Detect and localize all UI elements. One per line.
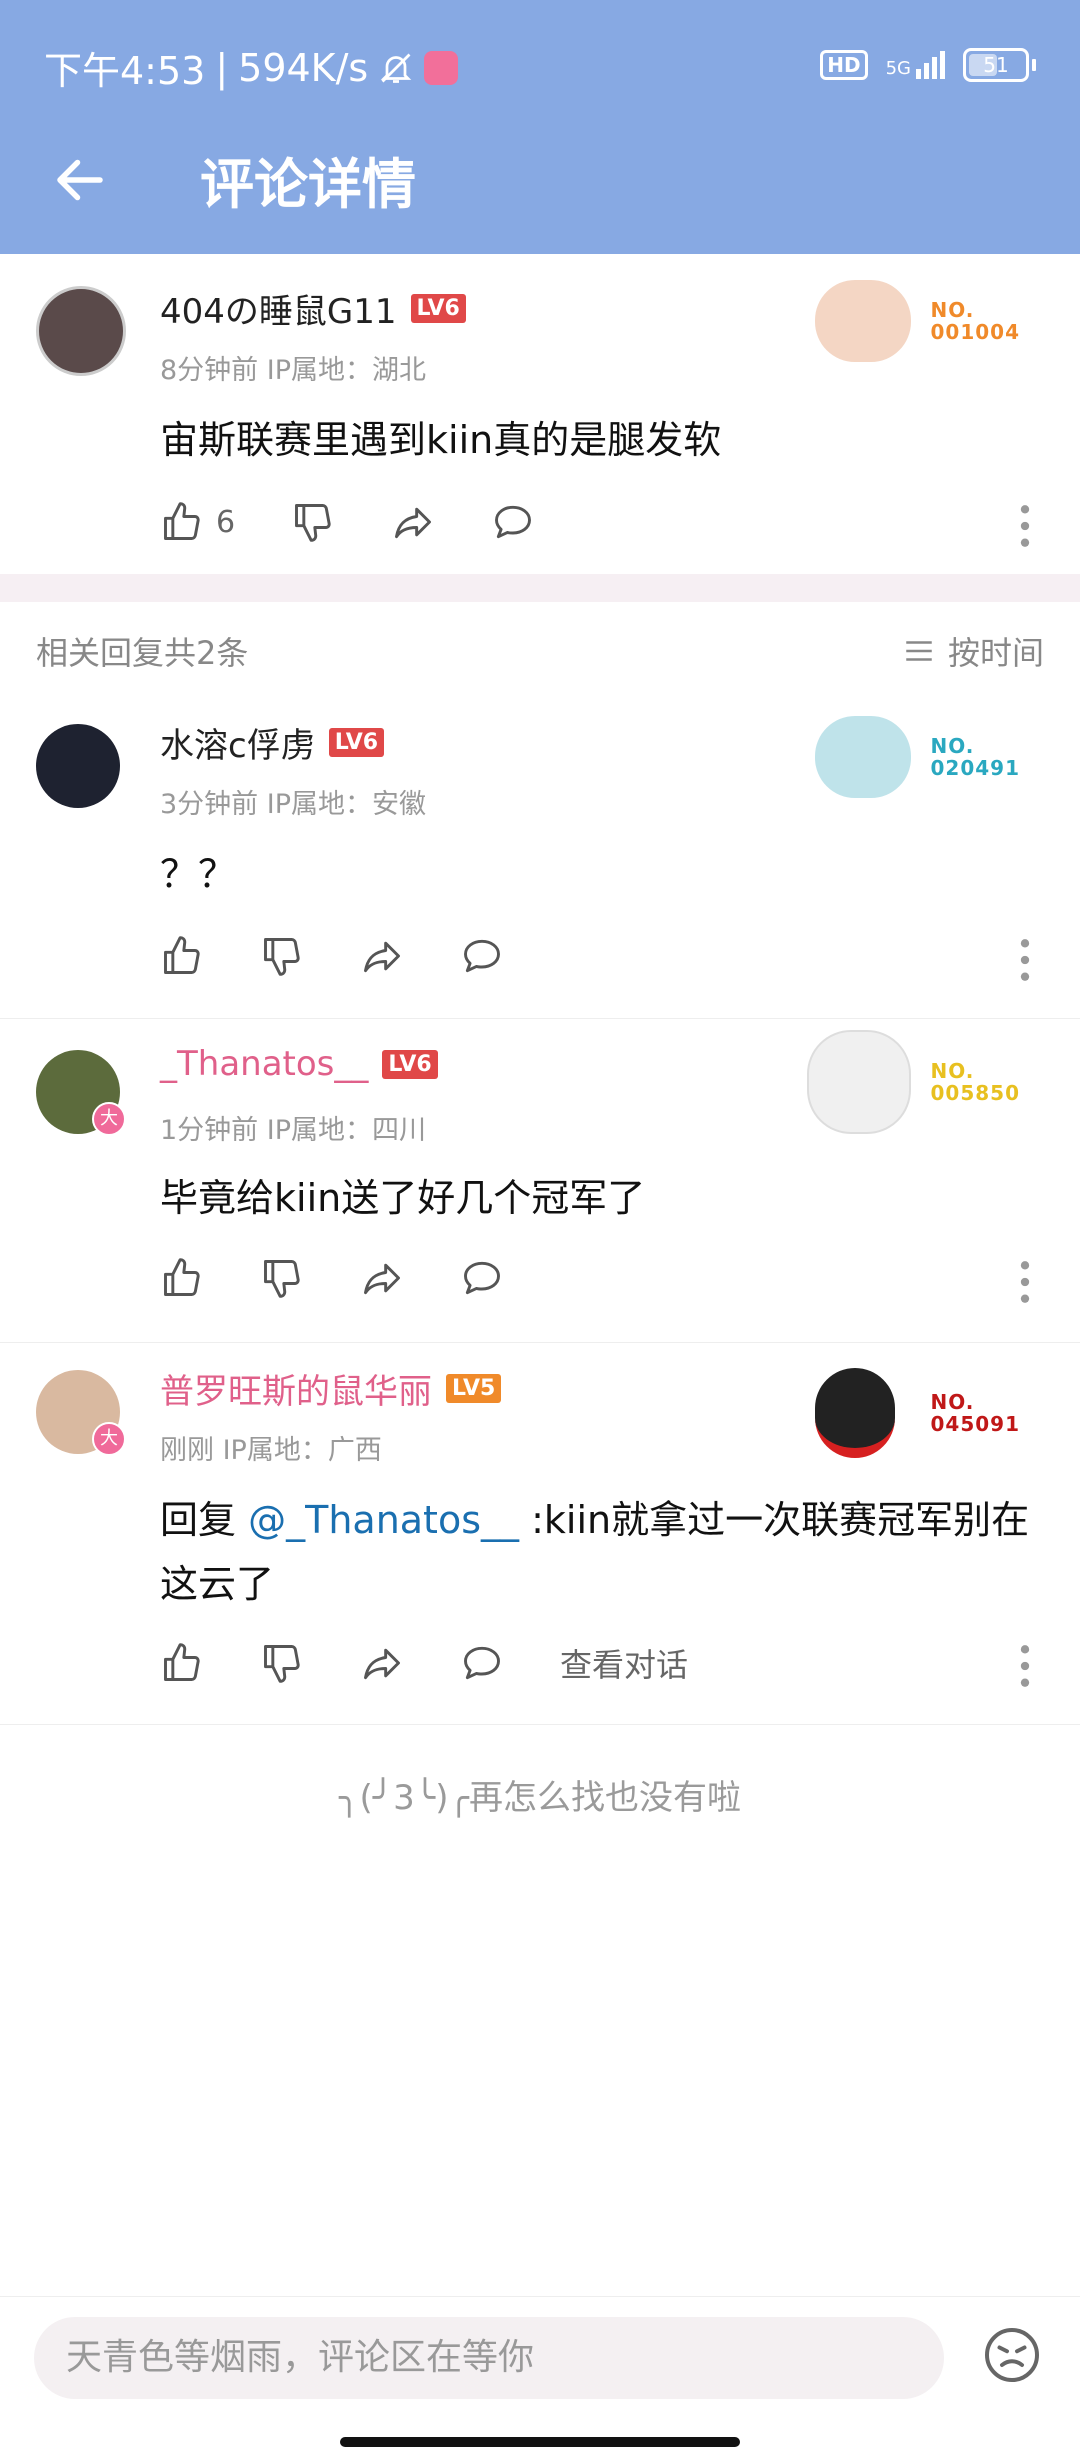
header-bar: 下午4:53 | 594K/s HD 5G 51 评论详情 bbox=[0, 0, 1080, 254]
comment-input[interactable]: 天青色等烟雨，评论区在等你 bbox=[34, 2317, 944, 2399]
fan-badge-image bbox=[814, 716, 911, 798]
thumbs-up-icon[interactable] bbox=[160, 1641, 204, 1685]
reply-bubble-icon[interactable] bbox=[460, 1256, 504, 1300]
level-badge: LV5 bbox=[446, 1374, 502, 1403]
reply-bubble-icon[interactable] bbox=[460, 934, 504, 978]
fan-badge: NO. 005850 bbox=[806, 1030, 1021, 1134]
level-badge: LV6 bbox=[328, 728, 385, 757]
more-options-icon[interactable] bbox=[1020, 938, 1030, 982]
reply-bubble-icon[interactable] bbox=[460, 1641, 504, 1685]
mention-link[interactable]: @_Thanatos__ bbox=[248, 1498, 519, 1542]
like-button[interactable]: 6 bbox=[160, 500, 235, 544]
fan-badge-image bbox=[806, 1030, 911, 1134]
fan-badge-image bbox=[814, 280, 911, 362]
fan-badge-image bbox=[814, 1368, 895, 1458]
comment-text: 宙斯联赛里遇到kiin真的是腿发软 bbox=[160, 418, 722, 462]
username[interactable]: _Thanatos__ bbox=[160, 1044, 368, 1084]
bell-muted-icon bbox=[380, 53, 412, 83]
thumbs-down-icon[interactable] bbox=[260, 1641, 304, 1685]
like-count: 6 bbox=[216, 504, 236, 540]
avatar[interactable] bbox=[36, 286, 126, 376]
sort-button[interactable]: 按时间 bbox=[902, 628, 1044, 674]
level-badge: LV6 bbox=[382, 1049, 438, 1079]
sort-label: 按时间 bbox=[947, 634, 1044, 672]
divider bbox=[0, 1724, 1080, 1725]
reply-bubble-icon[interactable] bbox=[491, 500, 535, 544]
level-badge: LV6 bbox=[410, 294, 466, 323]
avatar[interactable] bbox=[36, 724, 120, 808]
share-icon[interactable] bbox=[360, 1641, 404, 1685]
end-of-list-message: ╮(╯3╰)╭再怎么找也没有啦 bbox=[338, 1778, 742, 1818]
fan-badge: NO. 045091 bbox=[814, 1368, 1021, 1458]
comment-text: 毕竟给kiin送了好几个冠军了 bbox=[160, 1176, 646, 1220]
divider bbox=[0, 1342, 1080, 1343]
username[interactable]: 水溶c俘虏 bbox=[160, 718, 315, 767]
more-options-icon[interactable] bbox=[1020, 1260, 1030, 1304]
share-icon[interactable] bbox=[360, 1256, 404, 1300]
comment-text: 回复 @_Thanatos__ :kiin就拿过一次联赛冠军别在这云了 bbox=[160, 1488, 1030, 1616]
status-speed: 594K/s bbox=[238, 45, 369, 90]
username[interactable]: 404の睡鼠G11 bbox=[160, 284, 397, 333]
status-time: 下午4:53 bbox=[44, 49, 206, 93]
share-icon[interactable] bbox=[391, 500, 435, 544]
back-arrow-icon[interactable] bbox=[50, 150, 110, 210]
comment-meta: 刚刚 IP属地：广西 bbox=[160, 1435, 382, 1466]
main-comment: 404の睡鼠G11 LV6 8分钟前 IP属地：湖北 NO. 001004 宙斯… bbox=[0, 254, 1080, 574]
page-title: 评论详情 bbox=[200, 153, 416, 216]
thumbs-up-icon[interactable] bbox=[160, 934, 204, 978]
reply-prefix: 回复 bbox=[160, 1498, 237, 1542]
replies-count-label: 相关回复共2条 bbox=[36, 634, 249, 672]
thumbs-down-icon[interactable] bbox=[291, 500, 335, 544]
battery-level: 51 bbox=[983, 53, 1009, 77]
more-options-icon[interactable] bbox=[1020, 1644, 1030, 1688]
view-dialog-button[interactable]: 查看对话 bbox=[560, 1640, 688, 1686]
comment-meta: 3分钟前 IP属地：安徽 bbox=[160, 789, 427, 820]
thumbs-down-icon[interactable] bbox=[260, 1256, 304, 1300]
reply-item: 水溶c俘虏 LV6 3分钟前 IP属地：安徽 NO. 020491 ？？ bbox=[0, 690, 1080, 1020]
vip-badge: 大 bbox=[92, 1102, 126, 1136]
fan-badge: NO. 020491 bbox=[814, 716, 1021, 798]
username[interactable]: 普罗旺斯的鼠华丽 bbox=[160, 1364, 432, 1413]
thumbs-down-icon[interactable] bbox=[260, 934, 304, 978]
reply-item: 大 _Thanatos__ LV6 1分钟前 IP属地：四川 NO. 00585… bbox=[0, 1020, 1080, 1340]
home-indicator bbox=[340, 2437, 740, 2447]
thumbs-up-icon[interactable] bbox=[160, 1256, 204, 1300]
sort-lines-icon bbox=[906, 641, 932, 661]
comment-text: ？？ bbox=[160, 852, 237, 896]
comment-meta: 1分钟前 IP属地：四川 bbox=[160, 1115, 427, 1146]
bilibili-app-icon bbox=[424, 50, 459, 85]
status-bar-left: 下午4:53 | 594K/s bbox=[44, 40, 459, 95]
vip-badge: 大 bbox=[92, 1422, 126, 1456]
thumbs-up-icon bbox=[164, 502, 200, 540]
section-divider bbox=[0, 574, 1080, 602]
divider bbox=[0, 1018, 1080, 1019]
reply-item: 大 普罗旺斯的鼠华丽 LV5 刚刚 IP属地：广西 NO. 045091 回复 … bbox=[0, 1344, 1080, 1724]
fan-badge: NO. 001004 bbox=[814, 280, 1021, 362]
battery-icon: 51 bbox=[963, 48, 1036, 82]
more-options-icon[interactable] bbox=[1020, 504, 1030, 548]
signal-icon: 5G bbox=[886, 51, 945, 79]
share-icon[interactable] bbox=[360, 934, 404, 978]
comment-input-bar: 天青色等烟雨，评论区在等你 bbox=[0, 2296, 1080, 2461]
status-bar-right: HD 5G 51 bbox=[820, 48, 1036, 82]
hd-icon: HD bbox=[820, 50, 868, 80]
emoji-icon[interactable] bbox=[982, 2325, 1042, 2385]
comment-meta: 8分钟前 IP属地：湖北 bbox=[160, 355, 427, 386]
